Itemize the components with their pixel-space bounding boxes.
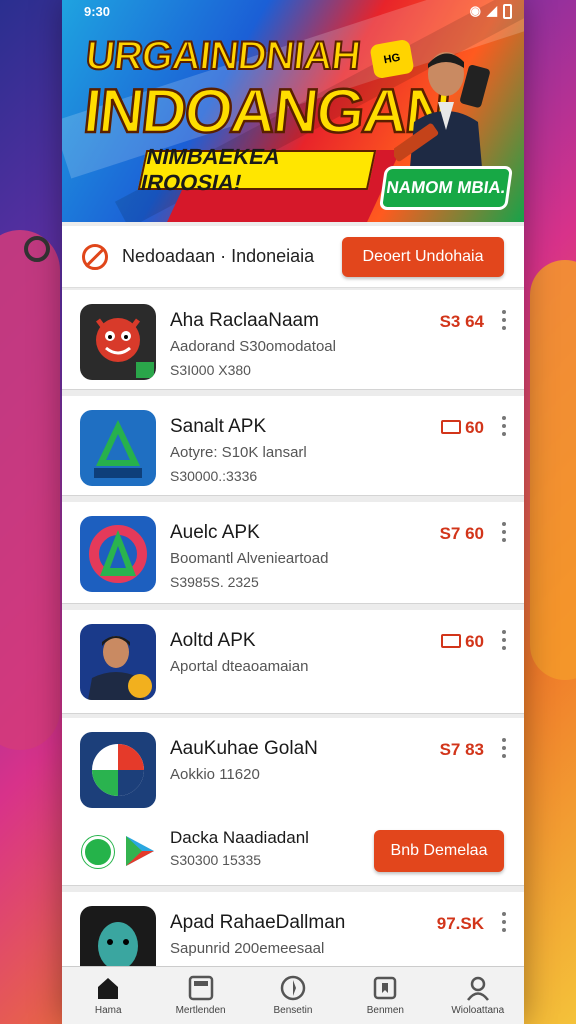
whatsapp-icon bbox=[82, 836, 114, 868]
nav-item-apps[interactable]: Mertlenden bbox=[157, 975, 245, 1016]
more-options-icon[interactable] bbox=[502, 912, 506, 932]
app-icon-auelc bbox=[80, 516, 156, 592]
price-tag-icon bbox=[441, 634, 462, 648]
app-name: Auelc APK bbox=[170, 522, 260, 543]
download-button[interactable]: Bnb Demelaa bbox=[374, 830, 504, 872]
banner-title-line1: URGAINDNIAH bbox=[83, 33, 363, 79]
region-label: Nedoadaan · Indoneiaia bbox=[122, 246, 315, 266]
app-list-item[interactable]: Apad RahaeDallman Sapunrid 200emeesaal 9… bbox=[62, 892, 524, 982]
more-options-icon[interactable] bbox=[502, 416, 506, 436]
app-description: Aokkio 11620 bbox=[170, 766, 260, 783]
status-bar: 9:30 ◉ ◢ bbox=[62, 0, 524, 22]
play-store-icon bbox=[126, 836, 154, 866]
app-list-item[interactable]: Auelc APK Boomantl Alvenieartoad S3985S.… bbox=[62, 502, 524, 604]
more-options-icon[interactable] bbox=[502, 630, 506, 650]
app-price: 60 bbox=[441, 418, 484, 438]
app-description: Boomantl Alvenieartoad bbox=[170, 550, 329, 567]
app-description: Aportal dteaoamaian bbox=[170, 658, 309, 675]
app-icon-aoltd bbox=[80, 624, 156, 700]
download-row-subtitle: S30300 15335 bbox=[170, 852, 262, 868]
price-tag-icon bbox=[441, 420, 462, 434]
nav-label: Wioloattana bbox=[451, 1005, 505, 1016]
download-row-title: Dacka Naadiadanl bbox=[170, 828, 309, 847]
nav-label: Hama bbox=[94, 1005, 122, 1016]
compass-icon bbox=[280, 975, 306, 1001]
app-icon-sanalt bbox=[80, 410, 156, 486]
app-price: 97.SK bbox=[436, 914, 484, 933]
background-blob bbox=[530, 260, 576, 680]
devil-mascot-icon bbox=[96, 318, 154, 378]
nav-item-home[interactable]: Hama bbox=[64, 975, 152, 1016]
app-name: Aha RaclaaNaam bbox=[170, 310, 319, 331]
app-description: Aotyre: S10K lansarl bbox=[170, 444, 307, 461]
person-portrait-icon bbox=[88, 636, 152, 700]
wifi-icon: ◉ bbox=[469, 3, 481, 18]
background-search-icon bbox=[24, 236, 50, 262]
signal-icon: ◢ bbox=[487, 3, 497, 18]
profile-icon bbox=[466, 976, 489, 1001]
home-icon bbox=[98, 978, 119, 999]
status-time: 9:30 bbox=[84, 3, 111, 19]
pinwheel-logo-icon bbox=[92, 744, 144, 796]
nav-label: Bensetin bbox=[273, 1005, 313, 1016]
nav-item-profile[interactable]: Wioloattana bbox=[434, 975, 522, 1016]
green-arrow-logo-icon bbox=[94, 420, 142, 478]
app-description: Sapunrid 200emeesaal bbox=[170, 940, 325, 957]
more-options-icon[interactable] bbox=[502, 310, 506, 330]
app-list-item[interactable]: Aoltd APK Aportal dteaoamaian 60 bbox=[62, 610, 524, 714]
nav-item-bookmarks[interactable]: Benmen bbox=[341, 975, 429, 1016]
app-meta: S3I000 X380 bbox=[170, 362, 251, 378]
more-options-icon[interactable] bbox=[502, 738, 506, 758]
background-blob bbox=[0, 230, 60, 750]
app-meta: S3985S. 2325 bbox=[170, 574, 259, 590]
nav-label: Mertlenden bbox=[175, 1005, 226, 1016]
banner-subtitle: NIMBAEKEA IROOSIA! bbox=[137, 144, 377, 195]
promo-banner[interactable]: URGAINDNIAH INDOANGAN NIMBAEKEA IROOSIA!… bbox=[62, 0, 524, 222]
more-options-icon[interactable] bbox=[502, 522, 506, 542]
app-list-item[interactable]: AauKuhae GolaN Aokkio 11620 S7 83 Dacka … bbox=[62, 718, 524, 886]
bottom-navigation: Hama Mertlenden Bensetin Benmen Wioloatt… bbox=[62, 966, 524, 1024]
app-list-item[interactable]: Sanalt APK Aotyre: S10K lansarl S30000.:… bbox=[62, 396, 524, 496]
app-name: Apad RahaeDallman bbox=[170, 912, 346, 933]
nav-label: Benmen bbox=[366, 1005, 404, 1016]
region-blocked-icon bbox=[82, 243, 108, 270]
nav-item-explore[interactable]: Bensetin bbox=[249, 975, 337, 1016]
app-list-item[interactable]: Aha RaclaaNaam Aadorand S30omodatoal S3I… bbox=[62, 290, 524, 390]
battery-icon bbox=[503, 3, 512, 19]
app-name: AauKuhae GolaN bbox=[170, 738, 318, 759]
banner-badge: NAMOM MBIA. bbox=[378, 166, 514, 210]
app-price: 60 bbox=[441, 632, 484, 652]
region-bar: Nedoadaan · Indoneiaia Deoert Undohaia bbox=[62, 226, 524, 288]
app-price: S7 83 bbox=[439, 740, 484, 759]
bookmark-icon bbox=[374, 976, 397, 1000]
app-description: Aadorand S30omodatoal bbox=[170, 338, 336, 355]
app-name: Sanalt APK bbox=[170, 416, 267, 437]
region-action-button[interactable]: Deoert Undohaia bbox=[342, 236, 504, 277]
phone-screen: URGAINDNIAH INDOANGAN NIMBAEKEA IROOSIA!… bbox=[62, 0, 524, 1024]
apps-grid-icon bbox=[188, 975, 213, 1001]
app-name: Aoltd APK bbox=[170, 630, 256, 651]
app-icon-mascot bbox=[80, 304, 156, 380]
app-icon-aaukuhae bbox=[80, 732, 156, 808]
colorful-a-logo-icon bbox=[89, 525, 147, 583]
app-meta: S30000.:3336 bbox=[170, 468, 258, 484]
app-price: S7 60 bbox=[439, 524, 484, 543]
app-price: S3 64 bbox=[439, 312, 484, 331]
